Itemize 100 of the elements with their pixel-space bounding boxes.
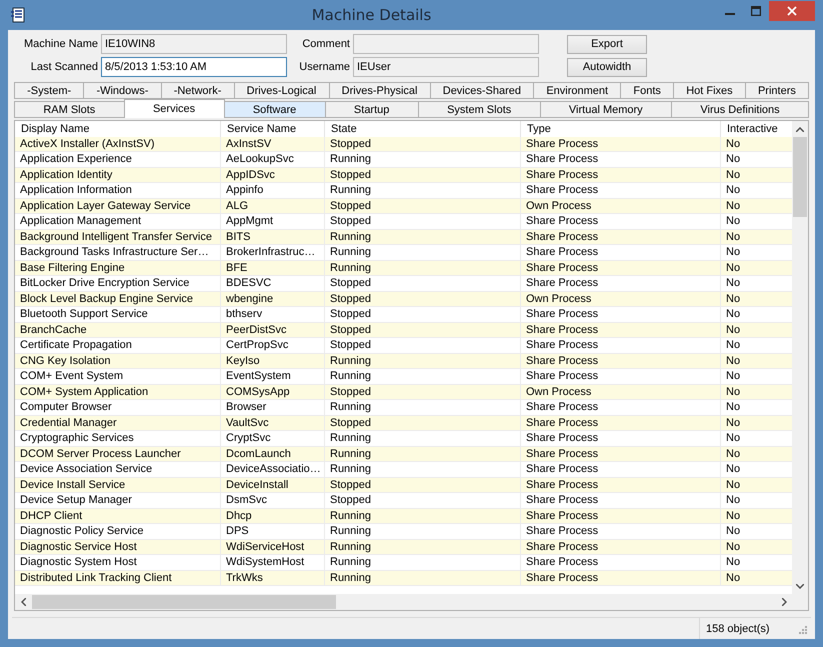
vertical-scrollbar[interactable] [792, 121, 808, 594]
tab[interactable]: RAM Slots [14, 101, 125, 118]
table-cell: Running [325, 230, 521, 245]
table-cell: No [721, 369, 792, 384]
table-cell: Browser [221, 400, 325, 416]
table-cell: BranchCache [15, 322, 221, 338]
table-cell: Application Information [15, 183, 221, 198]
table-cell: DHCP Client [15, 508, 221, 524]
table-cell: Dhcp [221, 508, 325, 524]
table-cell: No [721, 416, 792, 431]
table-cell: Running [325, 446, 521, 462]
field-label: Comment [301, 38, 350, 50]
table-cell: Stopped [325, 338, 521, 354]
horizontal-scrollbar[interactable] [15, 594, 792, 610]
table-cell: AppIDSvc [221, 168, 325, 183]
app-icon [10, 7, 26, 23]
tab[interactable]: Devices-Shared [430, 82, 534, 99]
tab[interactable]: Startup [324, 101, 419, 118]
table-cell: Stopped [325, 322, 521, 338]
table-cell: bthserv [221, 307, 325, 322]
table-cell: BrokerInfrastruc… [221, 245, 325, 260]
table-cell: Share Process [521, 168, 721, 183]
tab[interactable]: Software [224, 101, 326, 118]
table-cell: Share Process [521, 354, 721, 369]
tab[interactable]: Environment [533, 82, 622, 99]
table-cell: AeLookupSvc [221, 152, 325, 168]
tab[interactable]: Drives-Logical [234, 82, 330, 99]
table-cell: No [721, 400, 792, 416]
table-cell: Stopped [325, 416, 521, 431]
table-cell: No [721, 136, 792, 152]
tab[interactable]: Virtual Memory [540, 101, 672, 118]
table-cell: No [721, 431, 792, 446]
table-cell: Own Process [521, 384, 721, 400]
table-cell: Application Identity [15, 168, 221, 183]
text-field[interactable]: IE10WIN8 [101, 34, 287, 54]
table-cell: Share Process [521, 260, 721, 276]
tab[interactable]: Hot Fixes [673, 82, 746, 99]
tab[interactable]: -System- [14, 82, 84, 99]
table-cell: Stopped [325, 478, 521, 493]
field-label: Machine Name [23, 38, 98, 50]
field-label: Last Scanned [30, 61, 98, 73]
table-cell: Application Experience [15, 152, 221, 168]
table-cell: No [721, 462, 792, 478]
tab[interactable]: Printers [744, 82, 810, 99]
table-cell: Own Process [521, 292, 721, 307]
table-cell: No [721, 555, 792, 570]
tab[interactable]: Fonts [620, 82, 674, 99]
table-cell: Share Process [521, 555, 721, 570]
export-button[interactable]: Export [567, 34, 647, 54]
table-cell: COM+ Event System [15, 369, 221, 384]
table-cell: ActiveX Installer (AxInstSV) [15, 136, 221, 152]
table-cell: Share Process [521, 136, 721, 152]
tab[interactable]: System Slots [418, 101, 541, 118]
table-cell: Share Process [521, 431, 721, 446]
tab[interactable]: Drives-Physical [328, 82, 431, 99]
table-cell: No [721, 384, 792, 400]
table-cell: Distributed Link Tracking Client [15, 570, 221, 586]
tab[interactable]: Virus Definitions [671, 101, 809, 118]
text-field[interactable]: 8/5/2013 1:53:10 AM [101, 57, 287, 77]
table-cell: Running [325, 540, 521, 555]
table-cell: Share Process [521, 245, 721, 260]
table-cell: Device Setup Manager [15, 493, 221, 508]
table-cell: No [721, 570, 792, 586]
table-cell: Certificate Propagation [15, 338, 221, 354]
table-cell: Cryptographic Services [15, 431, 221, 446]
table-cell: Share Process [521, 508, 721, 524]
close-button[interactable] [769, 1, 815, 21]
text-field[interactable] [353, 34, 539, 54]
table-cell: Device Association Service [15, 462, 221, 478]
table-cell: Bluetooth Support Service [15, 307, 221, 322]
table-cell: TrkWks [221, 570, 325, 586]
table-cell: No [721, 540, 792, 555]
table-cell: Share Process [521, 152, 721, 168]
table-cell: DeviceInstall [221, 478, 325, 493]
table-cell: No [721, 478, 792, 493]
table-cell: No [721, 493, 792, 508]
table-cell: Share Process [521, 307, 721, 322]
table-cell: Running [325, 260, 521, 276]
tab[interactable]: Services [124, 99, 224, 118]
table-cell: Running [325, 555, 521, 570]
table-cell: DsmSvc [221, 493, 325, 508]
close-icon[interactable] [787, 6, 797, 16]
table-cell: Running [325, 508, 521, 524]
tab[interactable]: -Windows- [83, 82, 162, 99]
table-cell: Appinfo [221, 183, 325, 198]
maximize-icon[interactable] [751, 6, 761, 16]
table-cell: Running [325, 183, 521, 198]
table-cell: Share Process [521, 446, 721, 462]
table-cell: COM+ System Application [15, 384, 221, 400]
text-field[interactable]: IEUser [353, 57, 539, 77]
table-cell: Stopped [325, 307, 521, 322]
tab[interactable]: -Network- [160, 82, 235, 99]
table-cell: Stopped [325, 198, 521, 214]
table-cell: Credential Manager [15, 416, 221, 431]
table-cell: Share Process [521, 230, 721, 245]
scrollbar-thumb[interactable] [793, 137, 807, 217]
autowidth-button[interactable]: Autowidth [567, 58, 647, 76]
table-cell: Background Intelligent Transfer Service [15, 230, 221, 245]
table-cell: Background Tasks Infrastructure Ser… [15, 245, 221, 260]
scrollbar-thumb[interactable] [32, 595, 336, 609]
